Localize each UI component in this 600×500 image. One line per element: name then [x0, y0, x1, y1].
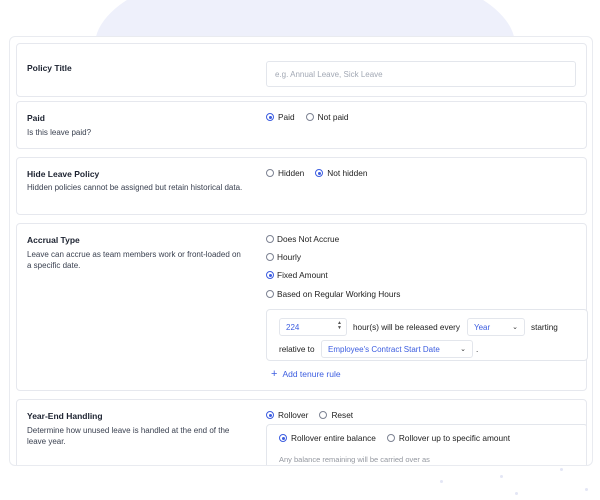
hide-policy-description: Hidden policies cannot be assigned but r… [27, 183, 243, 192]
radio-label: Fixed Amount [277, 270, 328, 280]
relative-select-value: Employee's Contract Start Date [328, 344, 440, 354]
year-end-option-rollover[interactable]: Rollover [266, 410, 308, 420]
radio-button[interactable] [266, 271, 274, 279]
radio-button[interactable] [305, 113, 314, 121]
rollover-note: Any balance remaining will be carried ov… [279, 455, 430, 464]
radio-label: Not hidden [327, 168, 368, 178]
radio-button[interactable] [266, 169, 274, 177]
radio-label: Rollover up to specific amount [398, 433, 511, 443]
accrual-option-hourly[interactable]: Hourly [266, 252, 301, 262]
hide-policy-label: Hide Leave Policy [27, 169, 100, 179]
relative-to-select[interactable]: Employee's Contract Start Date ⌄ [321, 340, 473, 358]
paid-radio-group: Paid Not paid [266, 112, 357, 122]
sentence-period: . [476, 345, 479, 354]
radio-button[interactable] [319, 411, 328, 419]
stepper-arrows-icon[interactable]: ▲ ▼ [337, 321, 342, 331]
period-select-value: Year [474, 322, 491, 332]
radio-label: Hidden [278, 168, 305, 178]
accrual-type-card: Accrual Type Leave can accrue as team me… [16, 223, 588, 391]
accrual-option-regular-hours[interactable]: Based on Regular Working Hours [266, 289, 400, 299]
hide-option-hidden[interactable]: Hidden [266, 168, 304, 178]
period-select[interactable]: Year ⌄ [467, 318, 525, 336]
hide-policy-radio-group: Hidden Not hidden [266, 168, 375, 178]
rollover-sub-radio-group: Rollover entire balance Rollover up to s… [279, 433, 518, 443]
chevron-down-icon: ⌄ [512, 324, 518, 331]
radio-label: Rollover entire balance [291, 433, 376, 443]
radio-button[interactable] [315, 169, 324, 177]
accrual-option-does-not-accrue[interactable]: Does Not Accrue [266, 234, 339, 244]
radio-button[interactable] [266, 290, 274, 298]
rollover-entire-balance-option[interactable]: Rollover entire balance [279, 433, 376, 443]
radio-label: Does Not Accrue [277, 234, 340, 244]
radio-label: Rollover [278, 410, 309, 420]
add-tenure-rule-button[interactable]: + Add tenure rule [271, 368, 341, 380]
year-end-radio-group: Rollover Reset [266, 410, 361, 420]
radio-button[interactable] [386, 434, 395, 442]
add-tenure-label: Add tenure rule [282, 369, 341, 379]
radio-button[interactable] [266, 113, 274, 121]
radio-label: Based on Regular Working Hours [277, 289, 401, 299]
year-end-option-reset[interactable]: Reset [319, 410, 353, 420]
radio-label: Paid [278, 112, 295, 122]
policy-title-label: Policy Title [27, 63, 72, 73]
release-text: hour(s) will be released every [353, 323, 460, 332]
paid-option-not-paid[interactable]: Not paid [305, 112, 349, 122]
radio-button[interactable] [266, 253, 274, 261]
paid-option-paid[interactable]: Paid [266, 112, 295, 122]
radio-button[interactable] [266, 411, 274, 419]
radio-label: Reset [331, 410, 354, 420]
relative-text: relative to [279, 345, 315, 354]
radio-button[interactable] [266, 235, 274, 243]
paid-description: Is this leave paid? [27, 128, 92, 137]
paid-label: Paid [27, 113, 45, 123]
paid-card: Paid Is this leave paid? Paid Not paid [16, 101, 587, 149]
year-end-label: Year-End Handling [27, 411, 103, 421]
accrual-type-description: Leave can accrue as team members work or… [27, 250, 241, 270]
year-end-card: Year-End Handling Determine how unused l… [16, 399, 587, 465]
rollover-specific-amount-option[interactable]: Rollover up to specific amount [386, 433, 511, 443]
policy-title-card: Policy Title [16, 43, 587, 97]
year-end-description: Determine how unused leave is handled at… [27, 426, 230, 446]
hide-option-not-hidden[interactable]: Not hidden [315, 168, 367, 178]
accrual-type-label: Accrual Type [27, 235, 80, 245]
hide-policy-card: Hide Leave Policy Hidden policies cannot… [16, 157, 587, 215]
rollover-config: Rollover entire balance Rollover up to s… [266, 424, 586, 465]
chevron-down-icon: ⌄ [460, 346, 466, 353]
policy-title-input[interactable] [266, 61, 576, 87]
leave-policy-form: Policy Title Paid Is this leave paid? Pa… [9, 36, 593, 466]
plus-icon: + [271, 368, 278, 380]
accrual-option-fixed-amount[interactable]: Fixed Amount [266, 270, 328, 280]
radio-label: Hourly [277, 252, 301, 262]
radio-button[interactable] [279, 434, 287, 442]
fixed-amount-config: ▲▼ hour(s) will be released every Year ⌄… [266, 309, 588, 361]
starting-text: starting [531, 323, 558, 332]
radio-label: Not paid [317, 112, 349, 122]
